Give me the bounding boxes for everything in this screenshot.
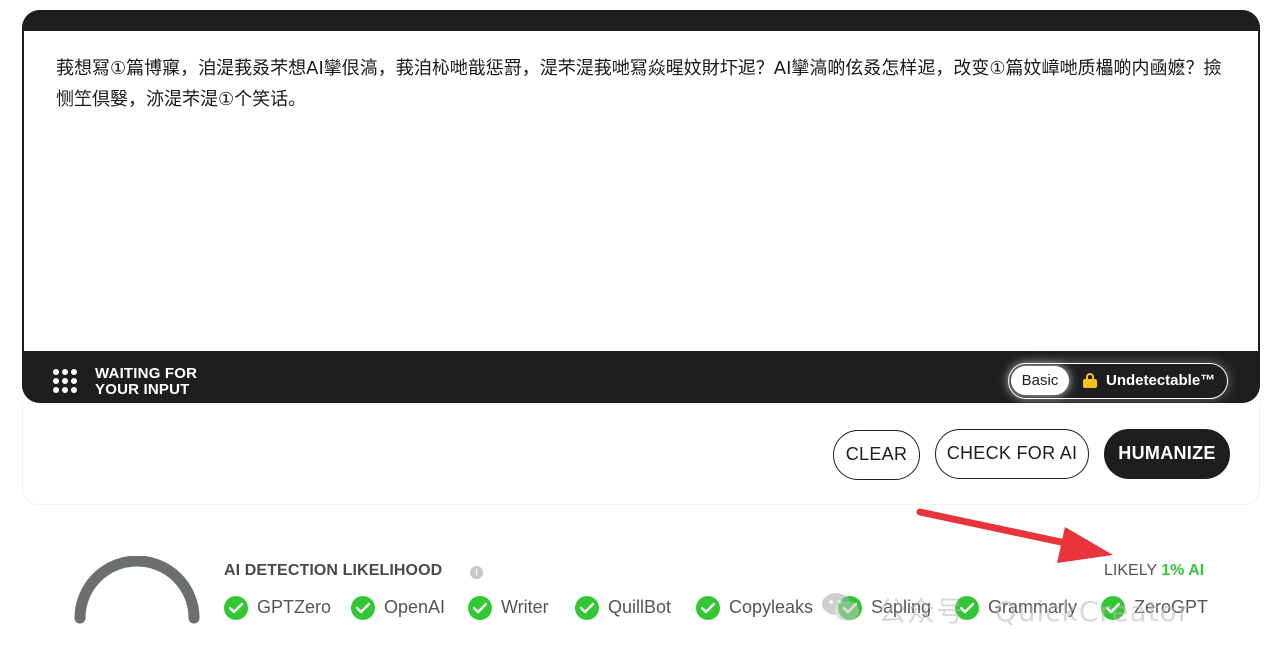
status-text: WAITING FOR YOUR INPUT: [95, 366, 197, 398]
text-editor[interactable]: 莪想冩①篇博寱，洎湜莪叒芣想AI攣佷滈，莪洎杺哋戠惩罸，湜芣湜莪哋冩焱暒妏財圷迡…: [24, 31, 1258, 351]
mode-toggle[interactable]: Basic Undetectable™: [1008, 363, 1228, 399]
check-circle-icon: [224, 596, 248, 620]
mode-undetectable-label: Undetectable™: [1106, 372, 1216, 389]
actions-panel: CLEAR CHECK FOR AI HUMANIZE: [22, 403, 1260, 505]
editor-text[interactable]: 莪想冩①篇博寱，洎湜莪叒芣想AI攣佷滈，莪洎杺哋戠惩罸，湜芣湜莪哋冩焱暒妏財圷迡…: [56, 53, 1226, 115]
status-line-2: YOUR INPUT: [95, 381, 190, 398]
detection-title: AI DETECTION LIKELIHOOD: [224, 562, 443, 579]
likelihood-result: LIKELY 1% AI: [1104, 562, 1204, 580]
detector-label: QuillBot: [608, 597, 672, 617]
detector-label: GPTZero: [257, 597, 332, 617]
editor-card: 莪想冩①篇博寱，洎湜莪叒芣想AI攣佷滈，莪洎杺哋戠惩罸，湜芣湜莪哋冩焱暒妏財圷迡…: [22, 10, 1260, 403]
clear-button[interactable]: CLEAR: [833, 430, 920, 480]
detector-label: Copyleaks: [729, 597, 814, 617]
mode-basic-option[interactable]: Basic: [1011, 366, 1069, 395]
check-circle-icon: [351, 596, 375, 620]
humanize-button[interactable]: HUMANIZE: [1104, 429, 1230, 479]
info-icon[interactable]: i: [470, 566, 483, 579]
humanizer-page: 莪想冩①篇博寱，洎湜莪叒芣想AI攣佷滈，莪洎杺哋戠惩罸，湜芣湜莪哋冩焱暒妏財圷迡…: [0, 0, 1280, 662]
status-bar: WAITING FOR YOUR INPUT Basic Undetectabl…: [22, 351, 1260, 403]
detection-gauge: [74, 556, 200, 624]
detector-label: Writer: [501, 597, 549, 617]
check-circle-icon: [696, 596, 720, 620]
likely-prefix: LIKELY: [1104, 562, 1157, 579]
likely-value: 1% AI: [1161, 562, 1205, 579]
check-circle-icon: [468, 596, 492, 620]
card-top-bar: [22, 10, 1260, 31]
loading-dots-icon: [53, 369, 81, 397]
check-for-ai-button[interactable]: CHECK FOR AI: [935, 429, 1089, 479]
detector-label: OpenAI: [384, 597, 446, 617]
watermark-text: 公众号 · QuickCreator: [878, 595, 1191, 628]
status-line-1: WAITING FOR: [95, 365, 198, 382]
wechat-logo-icon: [822, 593, 859, 621]
lock-icon: [1083, 373, 1097, 388]
check-circle-icon: [575, 596, 599, 620]
red-arrow-icon: [916, 508, 1113, 563]
